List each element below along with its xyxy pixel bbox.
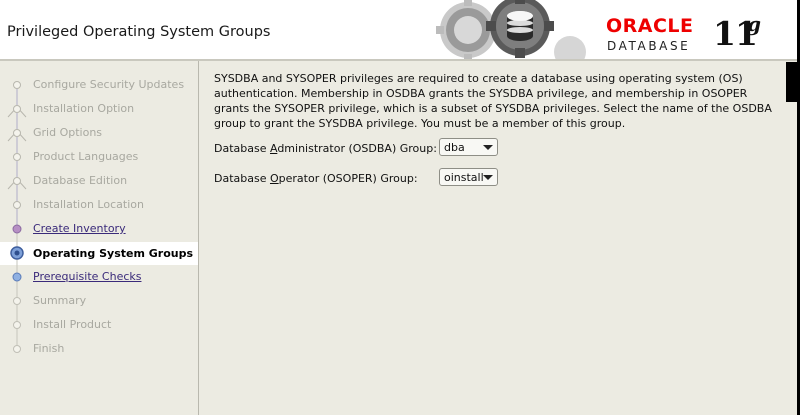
step-label: Summary <box>33 294 87 307</box>
step-label: Install Product <box>33 318 112 331</box>
select-value: oinstall <box>444 171 484 184</box>
oracle-database-logo: ORACLE DATABASE 11 g <box>596 10 774 56</box>
logo-version-suffix: g <box>747 12 761 36</box>
page-title: Privileged Operating System Groups <box>7 24 271 40</box>
scrollbar-thumb[interactable] <box>786 62 797 102</box>
header-banner: Privileged Operating System Groups ORACL… <box>0 0 797 59</box>
step-label: Installation Location <box>33 198 144 211</box>
oracle-wordmark: ORACLE <box>606 15 694 37</box>
dropdown-arrow-icon <box>483 175 493 180</box>
step-label: Database Edition <box>33 174 128 187</box>
osdba-group-label: Database Administrator (OSDBA) Group: <box>214 142 437 155</box>
step-progress-rail <box>7 81 27 353</box>
step-label: Operating System Groups <box>33 247 194 260</box>
label-part: Database <box>214 142 270 155</box>
description-text: SYSDBA and SYSOPER privileges are requir… <box>214 72 772 130</box>
osdba-group-select[interactable]: dba <box>439 138 498 156</box>
osoper-group-label: Database Operator (OSOPER) Group: <box>214 172 418 185</box>
dropdown-arrow-icon <box>483 145 493 150</box>
osoper-group-select[interactable]: oinstall <box>439 168 498 186</box>
label-part: dministrator (OSDBA) Group: <box>277 142 437 155</box>
step-link-label[interactable]: Prerequisite Checks <box>33 270 141 283</box>
step-label: Installation Option <box>33 102 135 115</box>
installer-window: Privileged Operating System Groups ORACL… <box>0 0 797 415</box>
step-label: Grid Options <box>33 126 103 139</box>
step-label: Configure Security Updates <box>33 78 185 91</box>
label-part: perator (OSOPER) Group: <box>278 172 418 185</box>
step-link-label[interactable]: Create Inventory <box>33 222 126 235</box>
content-panel: SYSDBA and SYSOPER privileges are requir… <box>199 61 797 415</box>
logo-product: DATABASE <box>607 39 691 53</box>
step-label: Product Languages <box>33 150 139 163</box>
gear-database-icon <box>436 0 586 59</box>
select-value: dba <box>444 141 465 154</box>
mnemonic-key: O <box>269 172 279 185</box>
label-part: Database <box>214 172 270 185</box>
